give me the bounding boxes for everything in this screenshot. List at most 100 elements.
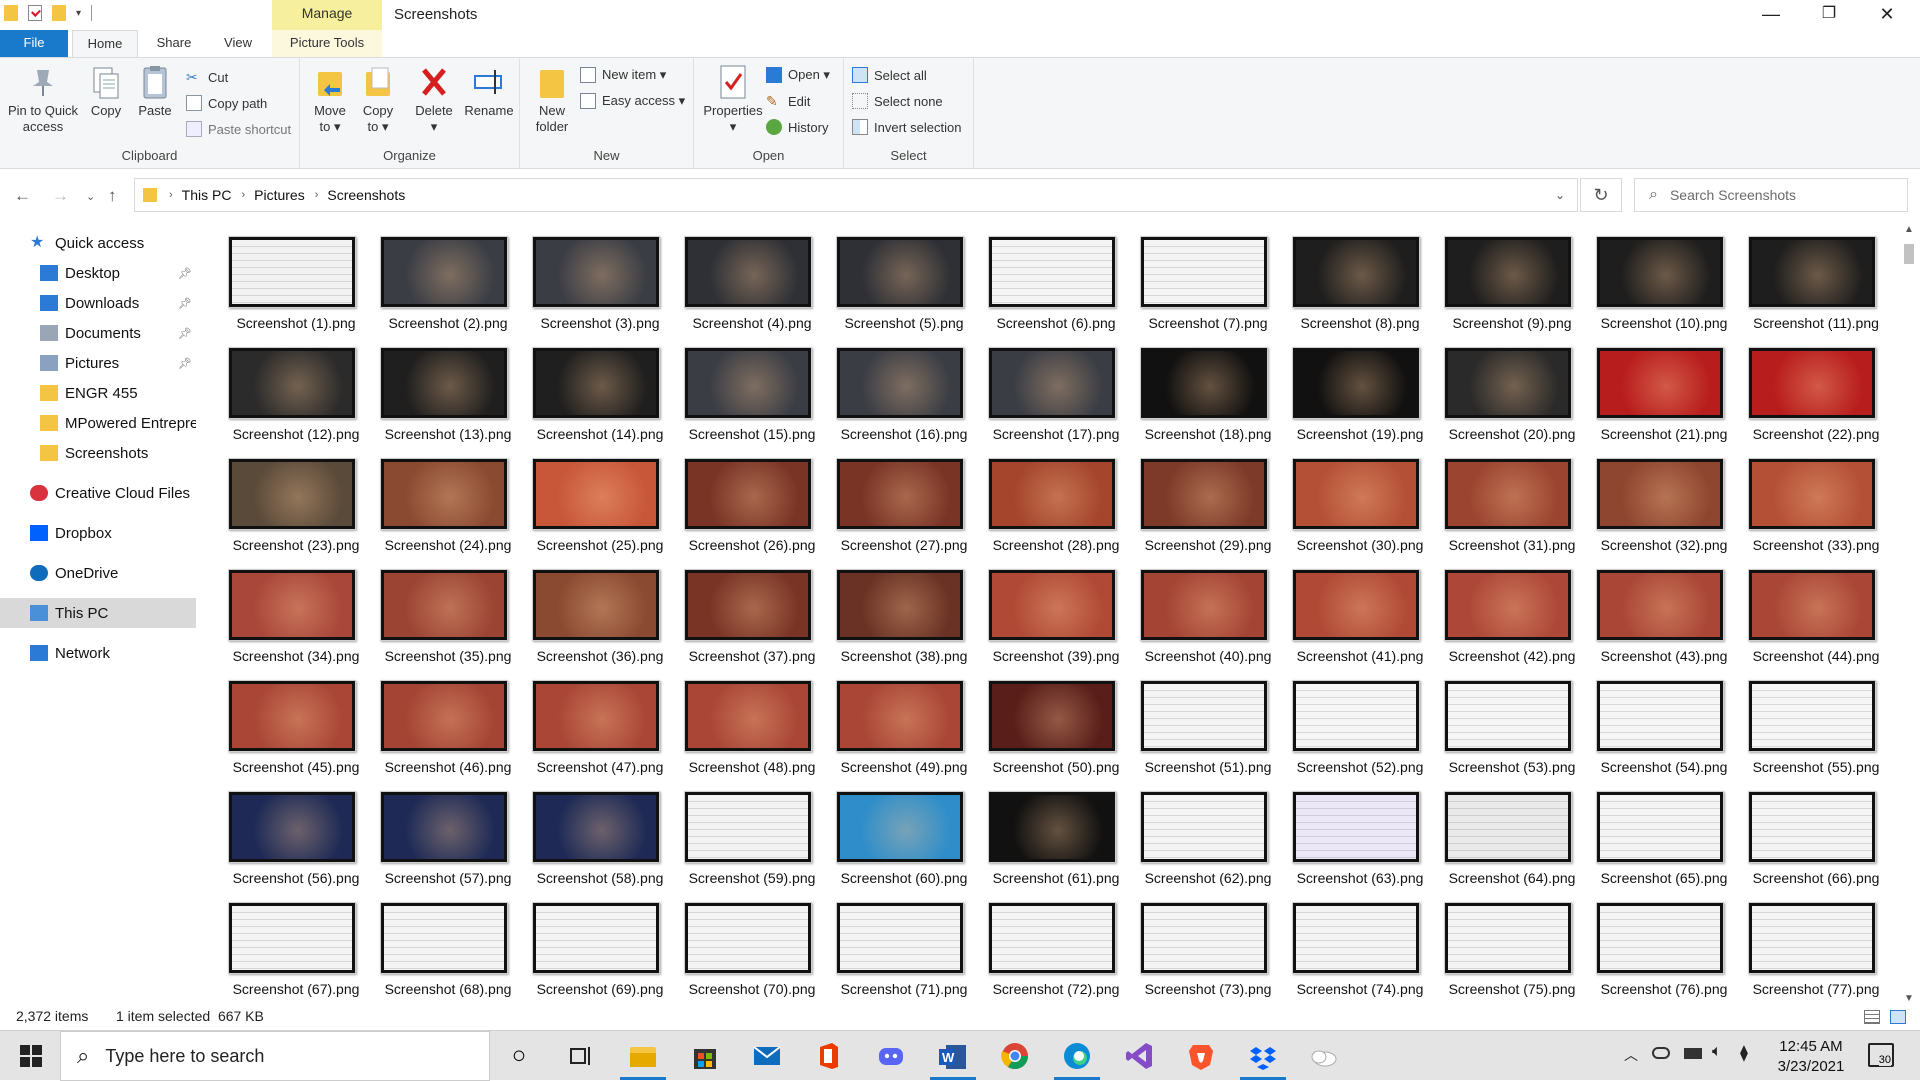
onedrive-tray-icon[interactable] bbox=[1652, 1047, 1670, 1059]
file-tile[interactable]: Screenshot (59).png bbox=[676, 783, 828, 891]
file-tile[interactable]: Screenshot (56).png bbox=[220, 783, 372, 891]
file-tile[interactable]: Screenshot (16).png bbox=[828, 339, 980, 447]
up-arrow-icon[interactable]: ↑ bbox=[108, 186, 117, 206]
file-tile[interactable]: Screenshot (67).png bbox=[220, 894, 372, 1002]
file-tile[interactable]: Screenshot (44).png bbox=[1740, 561, 1880, 669]
file-tile[interactable]: Screenshot (40).png bbox=[1132, 561, 1284, 669]
taskbar-search-input[interactable]: Type here to search bbox=[105, 1046, 264, 1067]
file-tile[interactable]: Screenshot (30).png bbox=[1284, 450, 1436, 558]
file-tile[interactable]: Screenshot (28).png bbox=[980, 450, 1132, 558]
nav-item-pictures[interactable]: Pictures 📌︎ bbox=[0, 348, 196, 378]
discord-icon[interactable] bbox=[874, 1039, 908, 1073]
file-tile[interactable]: Screenshot (73).png bbox=[1132, 894, 1284, 1002]
file-tile[interactable]: Screenshot (31).png bbox=[1436, 450, 1588, 558]
details-view-icon[interactable] bbox=[1864, 1010, 1880, 1024]
file-tile[interactable]: Screenshot (9).png bbox=[1436, 228, 1588, 336]
file-tile[interactable]: Screenshot (60).png bbox=[828, 783, 980, 891]
office-icon[interactable] bbox=[812, 1039, 846, 1073]
file-tile[interactable]: Screenshot (35).png bbox=[372, 561, 524, 669]
file-tile[interactable]: Screenshot (6).png bbox=[980, 228, 1132, 336]
task-view-icon[interactable] bbox=[562, 1039, 596, 1073]
microsoft-store-icon[interactable] bbox=[688, 1039, 722, 1073]
tab-view[interactable]: View bbox=[210, 30, 266, 57]
paste-shortcut-button[interactable]: Paste shortcut bbox=[186, 118, 291, 140]
nav-item-downloads[interactable]: Downloads 📌︎ bbox=[0, 288, 196, 318]
file-tile[interactable]: Screenshot (76).png bbox=[1588, 894, 1740, 1002]
large-icons-view-icon[interactable] bbox=[1890, 1010, 1906, 1024]
file-tile[interactable]: Screenshot (34).png bbox=[220, 561, 372, 669]
file-tile[interactable]: Screenshot (24).png bbox=[372, 450, 524, 558]
tab-share[interactable]: Share bbox=[148, 30, 200, 57]
nav-item-mpowered-entrepre[interactable]: MPowered Entrepre bbox=[0, 408, 196, 438]
file-tile[interactable]: Screenshot (2).png bbox=[372, 228, 524, 336]
nav-item-screenshots[interactable]: Screenshots bbox=[0, 438, 196, 468]
customize-toolbar-icon[interactable]: ▾ bbox=[76, 8, 81, 19]
file-tile[interactable]: Screenshot (33).png bbox=[1740, 450, 1880, 558]
delete-dropdown[interactable]: ▾ bbox=[412, 119, 456, 135]
file-tile[interactable]: Screenshot (55).png bbox=[1740, 672, 1880, 780]
move-to-button[interactable]: Move to ▾ bbox=[308, 64, 352, 135]
onedrive-icon[interactable] bbox=[1306, 1039, 1340, 1073]
file-tile[interactable]: Screenshot (57).png bbox=[372, 783, 524, 891]
nav-item-network[interactable]: Network bbox=[0, 638, 196, 668]
file-tile[interactable]: Screenshot (4).png bbox=[676, 228, 828, 336]
file-tile[interactable]: Screenshot (63).png bbox=[1284, 783, 1436, 891]
dropbox-tray-icon[interactable]: ⧫ bbox=[1740, 1043, 1748, 1063]
file-tile[interactable]: Screenshot (38).png bbox=[828, 561, 980, 669]
file-tile[interactable]: Screenshot (36).png bbox=[524, 561, 676, 669]
file-tile[interactable]: Screenshot (12).png bbox=[220, 339, 372, 447]
file-tile[interactable]: Screenshot (17).png bbox=[980, 339, 1132, 447]
file-tile[interactable]: Screenshot (72).png bbox=[980, 894, 1132, 1002]
file-tile[interactable]: Screenshot (29).png bbox=[1132, 450, 1284, 558]
edge-icon[interactable] bbox=[1060, 1039, 1094, 1073]
invert-selection-button[interactable]: Invert selection bbox=[852, 116, 961, 138]
new-folder-icon[interactable] bbox=[52, 5, 66, 21]
nav-item-dropbox[interactable]: Dropbox bbox=[0, 518, 196, 548]
cortana-icon[interactable]: ○ bbox=[502, 1039, 536, 1073]
select-all-button[interactable]: Select all bbox=[852, 64, 927, 86]
file-tile[interactable]: Screenshot (14).png bbox=[524, 339, 676, 447]
chrome-icon[interactable] bbox=[998, 1039, 1032, 1073]
show-hidden-icons[interactable]: ︿ bbox=[1624, 1045, 1638, 1065]
file-tile[interactable]: Screenshot (8).png bbox=[1284, 228, 1436, 336]
file-tile[interactable]: Screenshot (66).png bbox=[1740, 783, 1880, 891]
file-tile[interactable]: Screenshot (23).png bbox=[220, 450, 372, 558]
cut-button[interactable]: ✂ Cut bbox=[186, 66, 228, 88]
chevron-right-icon[interactable]: › bbox=[241, 189, 245, 201]
easy-access-button[interactable]: Easy access ▾ bbox=[580, 90, 685, 112]
maximize-button[interactable]: ❐ bbox=[1800, 0, 1858, 30]
history-button[interactable]: History bbox=[766, 116, 828, 138]
file-tile[interactable]: Screenshot (54).png bbox=[1588, 672, 1740, 780]
file-tile[interactable]: Screenshot (5).png bbox=[828, 228, 980, 336]
file-tile[interactable]: Screenshot (41).png bbox=[1284, 561, 1436, 669]
file-tile[interactable]: Screenshot (64).png bbox=[1436, 783, 1588, 891]
refresh-button[interactable]: ↻ bbox=[1580, 178, 1622, 212]
start-button[interactable] bbox=[0, 1031, 60, 1081]
file-tile[interactable]: Screenshot (7).png bbox=[1132, 228, 1284, 336]
copy-button[interactable]: Copy bbox=[84, 64, 128, 119]
nav-item-creative-cloud-files[interactable]: Creative Cloud Files bbox=[0, 478, 196, 508]
rename-button[interactable]: Rename bbox=[462, 64, 516, 119]
file-tile[interactable]: Screenshot (27).png bbox=[828, 450, 980, 558]
file-tile[interactable]: Screenshot (22).png bbox=[1740, 339, 1880, 447]
chevron-down-icon[interactable]: ⌄ bbox=[1555, 188, 1565, 202]
volume-icon[interactable]: 🔈︎ bbox=[1712, 1043, 1722, 1061]
delete-button[interactable]: Delete ▾ bbox=[412, 64, 456, 135]
file-tile[interactable]: Screenshot (71).png bbox=[828, 894, 980, 1002]
forward-arrow-icon[interactable]: → bbox=[52, 186, 69, 206]
address-bar[interactable]: › This PC › Pictures › Screenshots ⌄ bbox=[134, 178, 1578, 212]
file-tile[interactable]: Screenshot (21).png bbox=[1588, 339, 1740, 447]
file-tile[interactable]: Screenshot (3).png bbox=[524, 228, 676, 336]
file-tile[interactable]: Screenshot (75).png bbox=[1436, 894, 1588, 1002]
file-tile[interactable]: Screenshot (52).png bbox=[1284, 672, 1436, 780]
edit-button[interactable]: ✎ Edit bbox=[766, 90, 810, 112]
file-tile[interactable]: Screenshot (53).png bbox=[1436, 672, 1588, 780]
file-tile[interactable]: Screenshot (39).png bbox=[980, 561, 1132, 669]
scroll-up-icon[interactable]: ▲ bbox=[1904, 224, 1914, 235]
file-tile[interactable]: Screenshot (77).png bbox=[1740, 894, 1880, 1002]
file-tile[interactable]: Screenshot (20).png bbox=[1436, 339, 1588, 447]
scroll-down-icon[interactable]: ▼ bbox=[1904, 993, 1914, 1004]
file-explorer-icon[interactable] bbox=[626, 1039, 660, 1073]
file-tile[interactable]: Screenshot (32).png bbox=[1588, 450, 1740, 558]
open-button[interactable]: Open ▾ bbox=[766, 64, 830, 86]
